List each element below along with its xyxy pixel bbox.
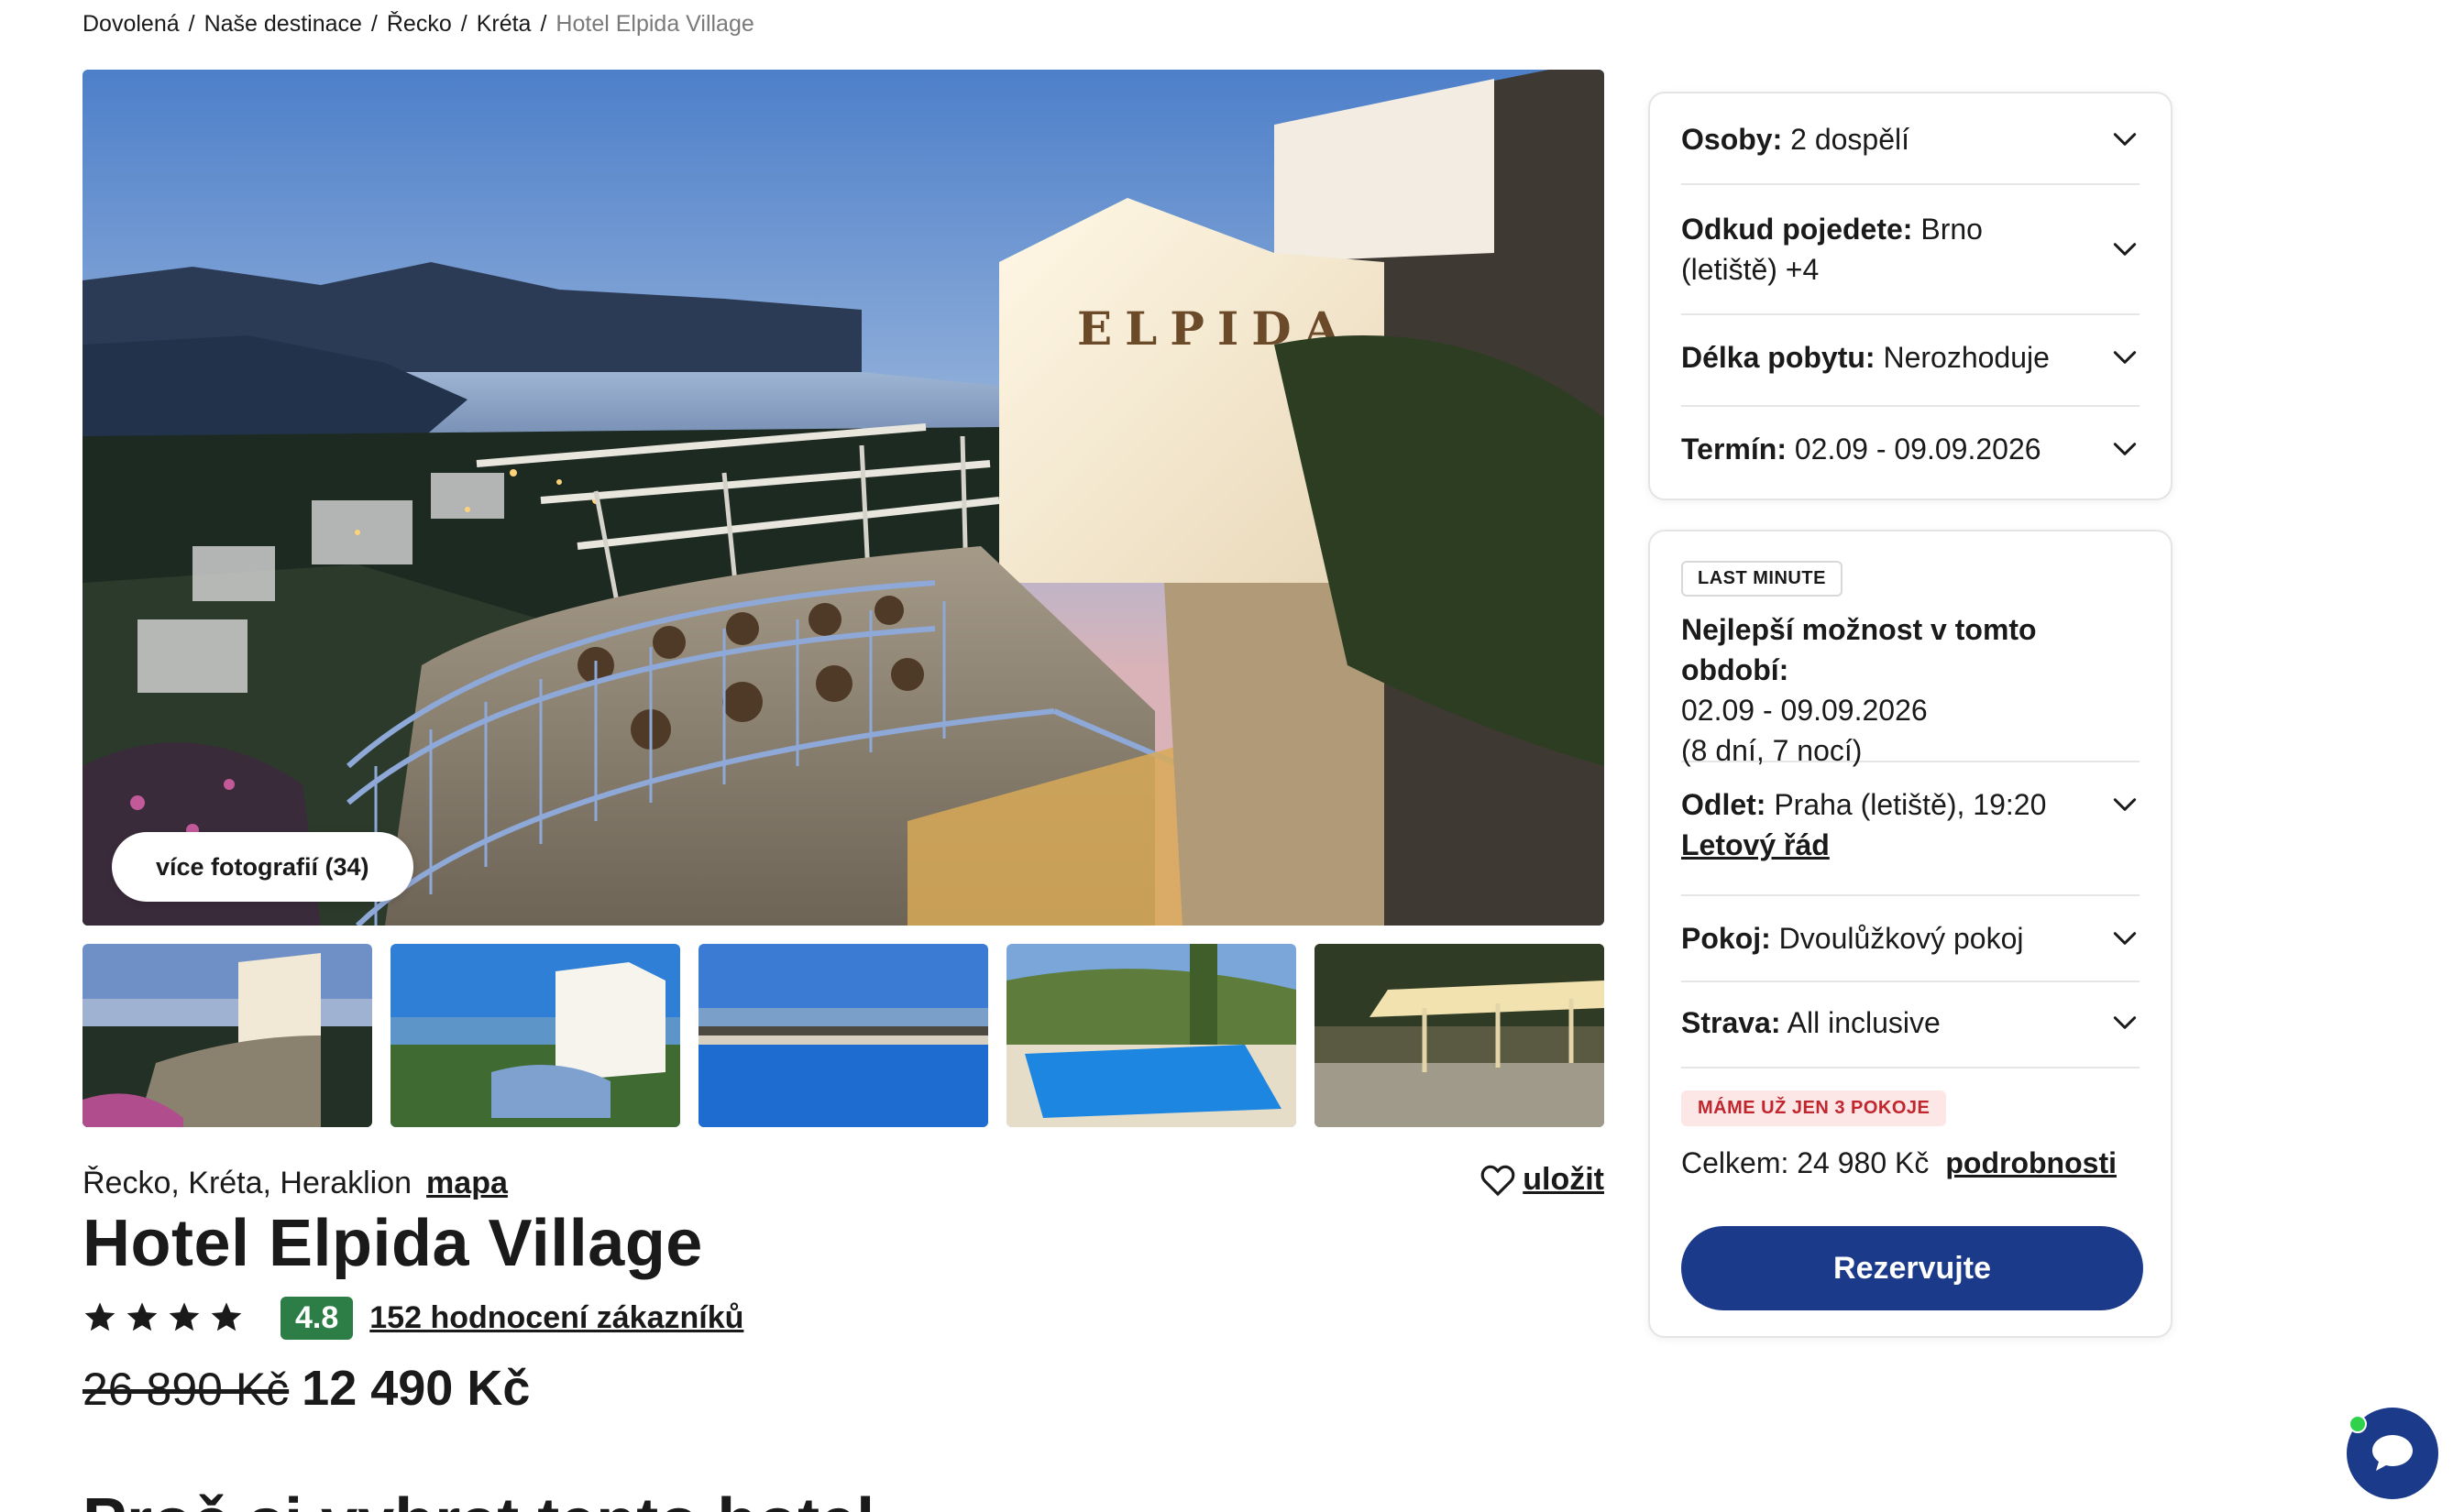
departure-label: Odlet: (1681, 788, 1766, 821)
hotel-title: Hotel Elpida Village (82, 1207, 703, 1280)
thumbnail-image (390, 944, 680, 1127)
price-details-link[interactable]: podrobnosti (1945, 1146, 2117, 1180)
thumbnail-terrace[interactable] (82, 944, 372, 1127)
best-offer-block: LAST MINUTE Nejlepší možnost v tomto obd… (1681, 531, 2140, 767)
thumbnail-pergola[interactable] (1314, 944, 1604, 1127)
reserve-button[interactable]: Rezervujte (1681, 1226, 2143, 1310)
room-text: Pokoj: Dvoulůžkový pokoj (1681, 918, 2023, 959)
term-label: Termín: (1681, 433, 1787, 466)
breadcrumb-separator: / (540, 11, 547, 37)
from-label: Odkud pojedete: (1681, 213, 1913, 246)
star-icon (126, 1302, 158, 1331)
persons-value: 2 dospělí (1790, 123, 1909, 156)
from-text: Odkud pojedete: Brno (letiště) +4 (1681, 209, 1983, 290)
hotel-terrace-photo: ELPIDA (82, 70, 1604, 926)
chevron-down-icon (2113, 133, 2137, 146)
location-row: Řecko, Kréta, Heraklion mapa uložit (82, 1162, 1604, 1204)
persons-selector[interactable]: Osoby: 2 dospělí (1681, 93, 2140, 185)
star-icon (169, 1302, 200, 1331)
heart-icon (1480, 1165, 1515, 1196)
save-button[interactable]: uložit (1480, 1162, 1604, 1198)
best-offer-label: Nejlepší možnost v tomto období: (1681, 613, 2037, 686)
length-label: Délka pobytu: (1681, 341, 1876, 374)
from-value-extra: (letiště) +4 (1681, 253, 1820, 286)
main-hotel-photo[interactable]: ELPIDA více fotografií (34) (82, 70, 1604, 926)
total-block: MÁME UŽ JEN 3 POKOJE Celkem: 24 980 Kč p… (1681, 1068, 2143, 1310)
length-text: Délka pobytu: Nerozhoduje (1681, 337, 2050, 378)
thumbnail-image (698, 944, 988, 1127)
online-status-dot (2348, 1415, 2367, 1433)
rating-row: 4.8 152 hodnocení zákazníků (82, 1294, 743, 1342)
star-icon (84, 1302, 116, 1331)
thumbnail-image (1006, 944, 1296, 1127)
breadcrumb-current: Hotel Elpida Village (556, 11, 754, 37)
breadcrumb-separator: / (188, 11, 195, 37)
last-minute-badge: LAST MINUTE (1681, 561, 1842, 597)
chat-icon (2372, 1435, 2413, 1471)
from-value: Brno (1920, 213, 1983, 246)
breadcrumb-link-dovolena[interactable]: Dovolená (82, 11, 180, 38)
score-badge: 4.8 (280, 1296, 354, 1340)
section-heading: Proč si vybrat tento hotel (82, 1485, 874, 1512)
board-text: Strava: All inclusive (1681, 1003, 1941, 1043)
persons-text: Osoby: 2 dospělí (1681, 119, 1909, 159)
star-icon (211, 1302, 242, 1331)
breadcrumb-link-recko[interactable]: Řecko (387, 11, 452, 38)
new-price: 12 490 Kč (302, 1361, 531, 1416)
date-selector[interactable]: Termín: 02.09 - 09.09.2026 (1681, 407, 2140, 499)
thumbnail-image (82, 944, 372, 1127)
total-price: Celkem: 24 980 Kč (1681, 1146, 1930, 1179)
chevron-down-icon (2113, 798, 2137, 811)
term-value: 02.09 - 09.09.2026 (1794, 433, 2041, 466)
chevron-down-icon (2113, 243, 2137, 256)
length-value: Nerozhoduje (1883, 341, 2050, 374)
reviews-link[interactable]: 152 hodnocení zákazníků (369, 1300, 743, 1336)
hotel-location: Řecko, Kréta, Heraklion (82, 1165, 412, 1200)
best-offer-dates: 02.09 - 09.09.2026 (1681, 694, 1928, 727)
thumbnail-pool-sea[interactable] (698, 944, 988, 1127)
term-text: Termín: 02.09 - 09.09.2026 (1681, 429, 2041, 469)
flight-selector[interactable]: Odlet: Praha (letiště), 19:20 Letový řád (1681, 762, 2140, 896)
board-selector[interactable]: Strava: All inclusive (1681, 982, 2140, 1068)
save-label: uložit (1523, 1162, 1604, 1197)
rooms-left-badge: MÁME UŽ JEN 3 POKOJE (1681, 1090, 1947, 1126)
chevron-down-icon (2113, 1016, 2137, 1029)
room-label: Pokoj: (1681, 922, 1771, 955)
departure-city-selector[interactable]: Odkud pojedete: Brno (letiště) +4 (1681, 185, 2140, 315)
map-link[interactable]: mapa (426, 1166, 508, 1201)
thumbnail-pool-garden[interactable] (1006, 944, 1296, 1127)
chevron-down-icon (2113, 443, 2137, 455)
flight-schedule-link[interactable]: Letový řád (1681, 828, 1830, 861)
star-rating (82, 1300, 244, 1335)
chevron-down-icon (2113, 932, 2137, 945)
thumbnail-image (1314, 944, 1604, 1127)
departure-text: Odlet: Praha (letiště), 19:20 Letový řád (1681, 784, 2046, 865)
search-filters-panel: Osoby: 2 dospělí Odkud pojedete: Brno (le… (1648, 92, 2172, 500)
thumbnail-strip (82, 944, 1604, 1127)
stay-length-selector[interactable]: Délka pobytu: Nerozhoduje (1681, 315, 2140, 407)
board-label: Strava: (1681, 1006, 1781, 1039)
price-row: 26 890 Kč 12 490 Kč (82, 1360, 530, 1417)
departure-value: Praha (letiště), 19:20 (1774, 788, 2047, 821)
breadcrumb-separator: / (460, 11, 468, 37)
thumbnail-building[interactable] (390, 944, 680, 1127)
more-photos-button[interactable]: více fotografií (34) (112, 832, 413, 902)
old-price: 26 890 Kč (82, 1364, 290, 1415)
total-price-row: Celkem: 24 980 Kč podrobnosti (1681, 1146, 2140, 1180)
breadcrumb-link-destinace[interactable]: Naše destinace (204, 11, 362, 38)
best-offer-text: Nejlepší možnost v tomto období: 02.09 -… (1681, 609, 2140, 771)
room-selector[interactable]: Pokoj: Dvoulůžkový pokoj (1681, 896, 2140, 982)
breadcrumb-separator: / (370, 11, 378, 37)
room-value: Dvoulůžkový pokoj (1778, 922, 2024, 955)
breadcrumb: Dovolená / Naše destinace / Řecko / Krét… (82, 11, 754, 38)
chevron-down-icon (2113, 351, 2137, 364)
offer-panel: LAST MINUTE Nejlepší možnost v tomto obd… (1648, 530, 2172, 1338)
board-value: All inclusive (1787, 1006, 1941, 1039)
persons-label: Osoby: (1681, 123, 1783, 156)
breadcrumb-link-kreta[interactable]: Kréta (477, 11, 532, 38)
